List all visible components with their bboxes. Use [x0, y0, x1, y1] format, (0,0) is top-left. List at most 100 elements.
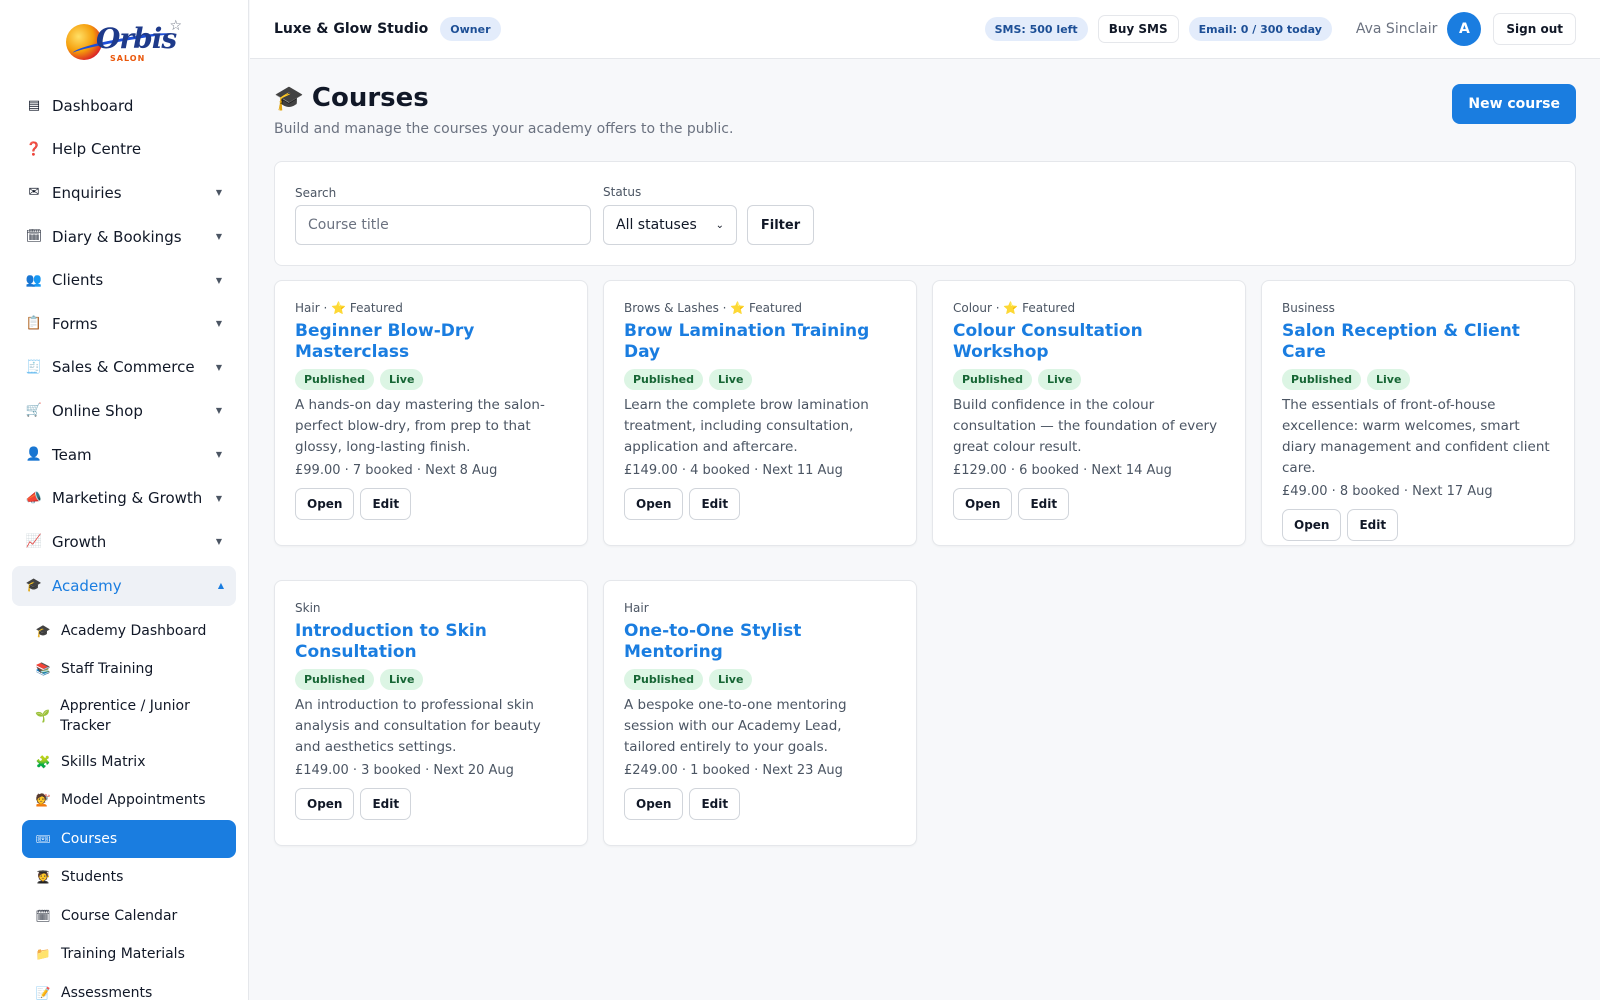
sidebar-item-sales-commerce[interactable]: 🧾 Sales & Commerce ▼	[0, 346, 248, 390]
published-badge: Published	[1282, 369, 1362, 390]
subnav-item-label: Model Appointments	[61, 792, 206, 809]
buy-sms-button[interactable]: Buy SMS	[1097, 15, 1179, 43]
cart-icon: 🛒	[25, 403, 43, 419]
chevron-down-icon: ▼	[215, 537, 222, 547]
subnav-item-model-appointments[interactable]: 💇 Model Appointments	[22, 781, 236, 820]
sidebar-item-marketing-growth[interactable]: 📣 Marketing & Growth ▼	[0, 476, 248, 520]
course-actions: Open Edit	[624, 788, 896, 820]
graduation-cap-icon: 🎓	[274, 84, 304, 112]
sidebar-item-academy[interactable]: 🎓 Academy ▲	[12, 565, 236, 606]
edit-course-button[interactable]: Edit	[360, 788, 412, 820]
course-grid: Hair · ⭐ Featured Beginner Blow-Dry Maste…	[274, 280, 1576, 846]
subnav-item-label: Students	[61, 869, 124, 886]
course-category: Business	[1282, 301, 1335, 315]
subnav-item-courses[interactable]: 🎟 Courses	[22, 819, 236, 859]
sidebar-item-label: Diary & Bookings	[52, 227, 182, 246]
receipt-icon: 🧾	[25, 359, 43, 375]
studio-name: Luxe & Glow Studio	[274, 21, 429, 37]
sidebar-item-online-shop[interactable]: 🛒 Online Shop ▼	[0, 389, 248, 433]
sidebar: Orbis SALON ☆ ▤ Dashboard ❓ Help Centre ✉ Enq…	[0, 0, 249, 1000]
edit-course-button[interactable]: Edit	[689, 488, 741, 520]
published-badge: Published	[624, 369, 704, 390]
course-card: Skin Introduction to Skin Consultation Pub…	[274, 580, 588, 846]
sidebar-item-enquiries[interactable]: ✉ Enquiries ▼	[0, 171, 248, 215]
sign-out-button[interactable]: Sign out	[1493, 13, 1576, 45]
open-course-button[interactable]: Open	[295, 788, 355, 820]
edit-course-button[interactable]: Edit	[1347, 509, 1399, 541]
open-course-button[interactable]: Open	[624, 488, 684, 520]
subnav-item-academy-dashboard[interactable]: 🎓 Academy Dashboard	[22, 612, 236, 651]
course-title-link[interactable]: Beginner Blow-Dry Masterclass	[295, 321, 567, 363]
search-label: Search	[295, 186, 337, 200]
page-subtitle: Build and manage the courses your academ…	[274, 121, 734, 137]
chevron-down-icon: ▼	[215, 362, 222, 372]
course-description: The essentials of front-of-house excelle…	[1282, 397, 1550, 476]
chevron-down-icon: ▼	[215, 406, 222, 416]
avatar[interactable]: A	[1447, 12, 1482, 46]
open-course-button[interactable]: Open	[953, 488, 1013, 520]
page-title-text: Courses	[311, 83, 429, 113]
course-actions: Open Edit	[953, 488, 1225, 520]
student-icon: 🧑‍🎓	[35, 870, 51, 885]
sidebar-item-help-centre[interactable]: ❓ Help Centre	[0, 128, 248, 172]
subnav-item-students[interactable]: 🧑‍🎓 Students	[22, 858, 236, 897]
status-select-value: All statuses	[616, 217, 697, 233]
sms-credits-badge: SMS: 500 left	[984, 17, 1088, 41]
dashboard-icon: ▤	[27, 98, 41, 114]
new-course-button[interactable]: New course	[1452, 84, 1576, 124]
live-badge: Live	[709, 669, 753, 690]
course-title-link[interactable]: Salon Reception & Client Care	[1282, 321, 1554, 363]
course-actions: Open Edit	[624, 488, 896, 520]
sidebar-item-label: Team	[52, 445, 92, 464]
open-course-button[interactable]: Open	[1282, 509, 1342, 541]
live-badge: Live	[1367, 369, 1411, 390]
graduation-cap-icon: 🎓	[25, 578, 43, 594]
status-badges: Published Live	[624, 369, 896, 390]
course-description: Learn the complete brow lamination treat…	[624, 397, 869, 455]
subnav-item-assessments[interactable]: 📝 Assessments	[22, 974, 236, 1000]
sidebar-item-label: Academy	[52, 576, 122, 595]
sidebar-item-dashboard[interactable]: ▤ Dashboard	[0, 84, 248, 128]
chevron-down-icon: ▼	[215, 450, 222, 460]
logo[interactable]: Orbis SALON ☆	[0, 0, 248, 84]
course-actions: Open Edit	[295, 488, 567, 520]
books-icon: 📚	[35, 662, 51, 677]
sidebar-nav: ▤ Dashboard ❓ Help Centre ✉ Enquiries ▼ 🗓 Diary …	[0, 84, 248, 564]
course-title-link[interactable]: Colour Consultation Workshop	[953, 321, 1225, 363]
status-badges: Published Live	[624, 669, 896, 690]
subnav-item-skills-matrix[interactable]: 🧩 Skills Matrix	[22, 743, 236, 782]
megaphone-icon: 📣	[25, 490, 43, 506]
user-name: Ava Sinclair	[1355, 21, 1438, 37]
subnav-item-course-calendar[interactable]: 🗓 Course Calendar	[22, 897, 236, 936]
sidebar-item-label: Marketing & Growth	[52, 489, 203, 508]
open-course-button[interactable]: Open	[295, 488, 355, 520]
sidebar-item-forms[interactable]: 📋 Forms ▼	[0, 302, 248, 346]
sidebar-item-clients[interactable]: 👥 Clients ▼	[0, 258, 248, 302]
course-meta: £249.00 · 1 booked · Next 23 Aug	[624, 763, 843, 778]
edit-course-button[interactable]: Edit	[689, 788, 741, 820]
page-title: 🎓 Courses	[274, 83, 429, 113]
status-select[interactable]: All statuses ⌄	[603, 205, 737, 245]
subnav-item-apprentice-junior-tracker[interactable]: 🌱 Apprentice / Junior Tracker	[22, 689, 236, 743]
filter-button[interactable]: Filter	[747, 205, 814, 245]
course-title-link[interactable]: Brow Lamination Training Day	[624, 321, 896, 363]
edit-course-button[interactable]: Edit	[360, 488, 412, 520]
top-bar-actions: SMS: 500 left Buy SMS Email: 0 / 300 tod…	[984, 12, 1576, 46]
subnav-item-staff-training[interactable]: 📚 Staff Training	[22, 650, 236, 689]
clipboard-icon: 📋	[25, 316, 43, 332]
sidebar-item-growth[interactable]: 📈 Growth ▼	[0, 520, 248, 564]
logo-subtext: SALON	[110, 54, 146, 63]
edit-course-button[interactable]: Edit	[1018, 488, 1070, 520]
course-title-link[interactable]: Introduction to Skin Consultation	[295, 621, 567, 663]
open-course-button[interactable]: Open	[624, 788, 684, 820]
search-input[interactable]	[295, 205, 591, 245]
course-title-link[interactable]: One-to-One Stylist Mentoring	[624, 621, 896, 663]
page-header: 🎓 Courses Build and manage the courses y…	[274, 59, 1576, 159]
course-actions: Open Edit	[1282, 509, 1554, 541]
chevron-down-icon: ▼	[215, 232, 222, 242]
sidebar-item-team[interactable]: 👤 Team ▼	[0, 433, 248, 477]
live-badge: Live	[380, 669, 424, 690]
sidebar-item-diary-bookings[interactable]: 🗓 Diary & Bookings ▼	[0, 215, 248, 259]
ticket-icon: 🎟	[35, 831, 51, 846]
subnav-item-training-materials[interactable]: 📁 Training Materials	[22, 935, 236, 974]
